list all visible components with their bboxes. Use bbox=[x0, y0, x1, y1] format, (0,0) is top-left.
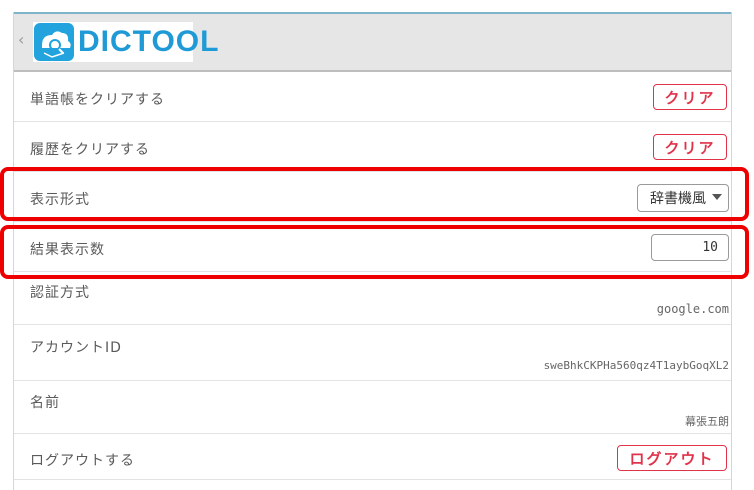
chevron-left-icon[interactable]: ‹ bbox=[18, 30, 24, 49]
app-logo: DICTOOL bbox=[33, 22, 218, 62]
clear-history-row: 履歴をクリアする クリア bbox=[14, 122, 731, 172]
highlight-box-result-count bbox=[0, 225, 749, 279]
logo-text: DICTOOL bbox=[78, 25, 220, 58]
clear-wordbook-label: 単語帳をクリアする bbox=[30, 92, 165, 108]
logout-label: ログアウトする bbox=[30, 453, 135, 469]
highlight-box-display-format bbox=[0, 167, 749, 221]
name-row: 名前 幕張五朗 bbox=[14, 381, 731, 434]
clear-history-label: 履歴をクリアする bbox=[30, 142, 150, 158]
account-id-label: アカウントID bbox=[30, 340, 122, 356]
auth-method-label: 認証方式 bbox=[30, 285, 90, 301]
auth-method-value: google.com bbox=[656, 302, 729, 316]
auth-method-row: 認証方式 google.com bbox=[14, 272, 731, 325]
name-label: 名前 bbox=[30, 395, 60, 411]
clear-wordbook-button[interactable]: クリア bbox=[653, 84, 727, 110]
logout-row: ログアウトする ログアウト bbox=[14, 434, 731, 480]
logout-button[interactable]: ログアウト bbox=[617, 445, 727, 471]
account-id-value: sweBhkCKPHa560qz4T1aybGoqXL2 bbox=[543, 359, 729, 372]
name-value: 幕張五朗 bbox=[685, 415, 729, 428]
clear-wordbook-row: 単語帳をクリアする クリア bbox=[14, 72, 731, 122]
account-id-row: アカウントID sweBhkCKPHa560qz4T1aybGoqXL2 bbox=[14, 325, 731, 381]
logo-mark-icon bbox=[34, 23, 74, 61]
app-header: ‹ DICTOOL bbox=[14, 12, 731, 72]
clear-history-button[interactable]: クリア bbox=[653, 134, 727, 160]
